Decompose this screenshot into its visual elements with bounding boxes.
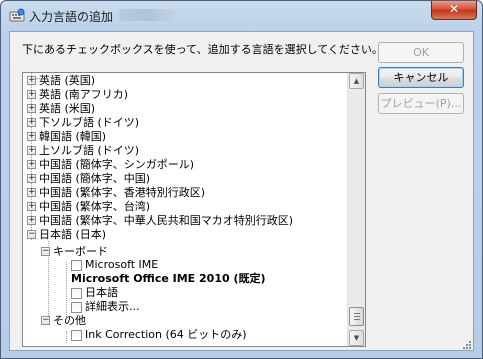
expand-icon[interactable]: + — [27, 76, 36, 85]
item-label: Ink Correction (64 ビットのみ) — [85, 328, 247, 341]
language-label: 英語 (米国) — [39, 102, 96, 115]
tree-line — [66, 331, 67, 343]
window-title: 入力言語の追加 — [29, 10, 114, 24]
language-label: 下ソルブ語 (ドイツ) — [39, 116, 140, 129]
checkbox-microsoft-ime[interactable] — [71, 260, 82, 271]
title-redacted-area — [119, 9, 175, 21]
preview-button[interactable]: プレビュー(P)... — [378, 93, 464, 114]
tree-line — [66, 262, 67, 317]
keyboard-globe-icon — [9, 8, 25, 22]
item-label: 詳細表示... — [85, 300, 140, 313]
instruction-text: 下にあるチェックボックスを使って、追加する言語を選択してください。 — [22, 43, 383, 56]
ok-button[interactable]: OK — [378, 42, 464, 63]
language-label: 日本語 (日本) — [39, 228, 107, 241]
expand-icon[interactable]: + — [27, 174, 36, 183]
add-input-language-window: 入力言語の追加 ✕ 下にあるチェックボックスを使って、追加する言語を選択してくだ… — [0, 0, 483, 359]
group-label-keyboard: キーボード — [53, 245, 108, 258]
language-label: 中国語 (簡体字、中国) — [39, 172, 151, 185]
expand-icon[interactable]: + — [27, 104, 36, 113]
vertical-scrollbar[interactable]: ▲ ▼ — [347, 73, 365, 346]
collapse-icon[interactable]: − — [27, 230, 36, 239]
item-label: Microsoft Office IME 2010 (既定) — [71, 272, 266, 285]
language-label: 英語 (英国) — [39, 74, 96, 87]
language-label: 中国語 (繁体字、中華人民共和国マカオ特別行政区) — [39, 214, 294, 227]
scroll-up-arrow-icon[interactable]: ▲ — [349, 73, 364, 89]
item-label: Microsoft IME — [85, 258, 159, 271]
collapse-icon[interactable]: − — [41, 247, 50, 256]
language-label: 上ソルブ語 (ドイツ) — [39, 144, 140, 157]
grip-line — [354, 319, 360, 320]
language-label: 中国語 (簡体字、シンガポール) — [39, 158, 195, 171]
close-button[interactable]: ✕ — [431, 1, 477, 20]
title-bar[interactable]: 入力言語の追加 ✕ — [1, 1, 482, 31]
expand-icon[interactable]: + — [27, 160, 36, 169]
dialog-body: 下にあるチェックボックスを使って、追加する言語を選択してください。 OK キャン… — [9, 31, 474, 351]
scroll-thumb[interactable] — [349, 307, 364, 326]
checkbox-ink-correction[interactable] — [71, 330, 82, 341]
resize-grip-icon[interactable] — [462, 340, 472, 350]
cancel-button[interactable]: キャンセル — [378, 67, 464, 88]
expand-icon[interactable]: + — [27, 132, 36, 141]
expand-icon[interactable]: + — [27, 118, 36, 127]
language-tree[interactable]: + 英語 (英国) + 英語 (南アフリカ) + 英語 (米国) + 下ソルブ語 (ドイツ) +… — [22, 72, 366, 347]
language-label: 韓国語 (韓国) — [39, 130, 107, 143]
expand-icon[interactable]: + — [27, 216, 36, 225]
grip-line — [354, 313, 360, 314]
expand-icon[interactable]: + — [27, 146, 36, 155]
checkbox-details[interactable] — [71, 302, 82, 313]
expand-icon[interactable]: + — [27, 202, 36, 211]
group-label-other: その他 — [53, 314, 86, 327]
grip-line — [354, 316, 360, 317]
scroll-down-arrow-icon[interactable]: ▼ — [349, 330, 364, 346]
expand-icon[interactable]: + — [27, 90, 36, 99]
expand-icon[interactable]: + — [27, 188, 36, 197]
item-label: 日本語 — [85, 286, 118, 299]
language-label: 中国語 (繁体字、香港特別行政区) — [39, 186, 206, 199]
language-label: 中国語 (繁体字、台湾) — [39, 200, 151, 213]
checkbox-japanese[interactable] — [71, 288, 82, 299]
collapse-icon[interactable]: − — [41, 316, 50, 325]
language-label: 英語 (南アフリカ) — [39, 88, 129, 101]
